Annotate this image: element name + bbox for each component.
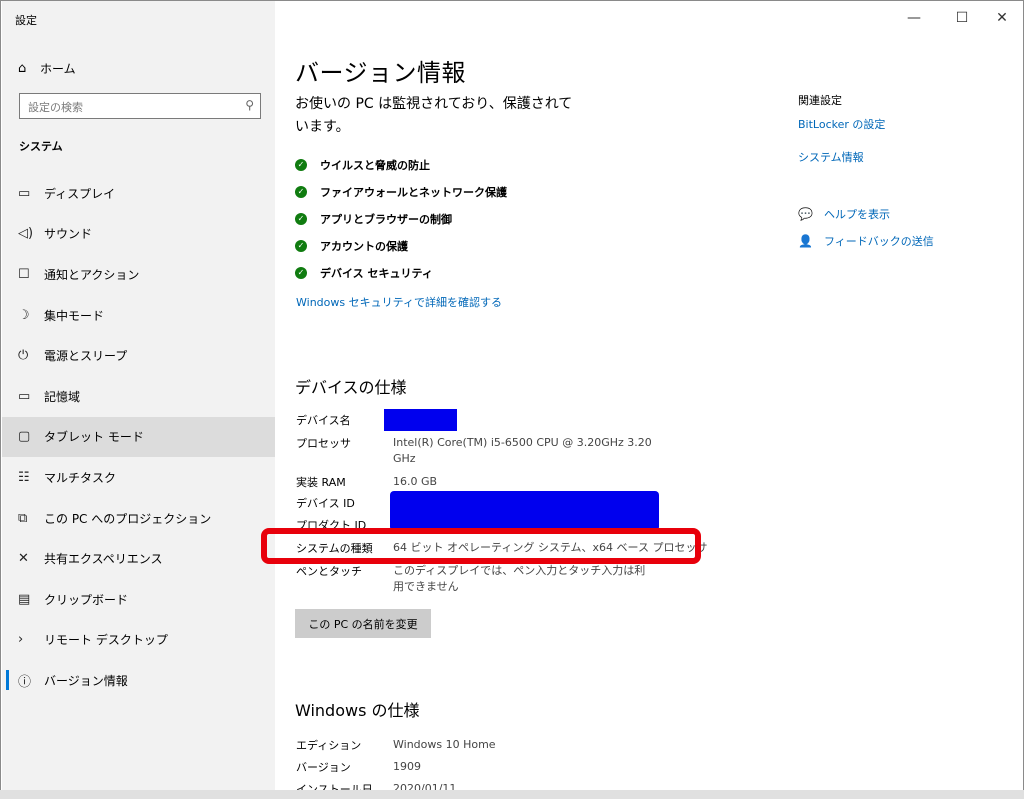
projection-icon: ⧉ <box>18 510 28 526</box>
check-icon: ✓ <box>295 212 307 225</box>
sidebar: ⌂ ホーム ⚲ システム ▭ ディスプレイ ◁) サウンド ☐ 通知とアクション… <box>2 1 275 798</box>
processor-label: プロセッサ <box>296 437 351 450</box>
home-icon: ⌂ <box>18 60 27 76</box>
check-label: アカウントの保護 <box>320 239 408 253</box>
security-checklist: ✓ ウイルスと脅威の防止 ✓ ファイアウォールとネットワーク保護 ✓ アプリとブ… <box>295 151 507 286</box>
sidebar-item-label: 記憶域 <box>44 389 81 404</box>
redaction-box <box>390 491 659 531</box>
settings-window: ⌂ ホーム ⚲ システム ▭ ディスプレイ ◁) サウンド ☐ 通知とアクション… <box>0 0 1024 799</box>
home-label: ホーム <box>40 61 76 76</box>
check-label: ファイアウォールとネットワーク保護 <box>320 185 507 199</box>
display-icon: ▭ <box>18 185 31 201</box>
device-spec-heading: デバイスの仕様 <box>295 378 407 397</box>
clipboard-icon: ▤ <box>18 591 31 607</box>
check-label: デバイス セキュリティ <box>320 266 433 280</box>
check-item: ✓ アプリとブラウザーの制御 <box>295 205 507 232</box>
section-heading: システム <box>19 140 63 153</box>
check-item: ✓ ウイルスと脅威の防止 <box>295 151 507 178</box>
sidebar-item-label: バージョン情報 <box>44 673 128 688</box>
sidebar-home[interactable]: ⌂ ホーム <box>18 57 76 79</box>
ram-label: 実装 RAM <box>296 476 346 489</box>
window-title: 設定 <box>15 14 37 27</box>
feedback-icon: 👤 <box>798 234 813 248</box>
check-icon: ✓ <box>295 266 307 279</box>
background-strip <box>0 790 1024 799</box>
sidebar-item-display[interactable]: ▭ ディスプレイ <box>2 173 275 214</box>
help-link[interactable]: ヘルプを表示 <box>824 206 890 222</box>
sidebar-item-remote[interactable]: › リモート デスクトップ <box>2 620 275 661</box>
notification-icon: ☐ <box>18 266 30 282</box>
multitask-icon: ☷ <box>18 469 30 485</box>
rename-pc-button[interactable]: この PC の名前を変更 <box>295 609 431 638</box>
related-settings-heading: 関連設定 <box>798 94 842 107</box>
edition-label: エディション <box>296 739 362 752</box>
page-title: バージョン情報 <box>295 59 467 87</box>
system-info-link[interactable]: システム情報 <box>798 149 864 165</box>
sidebar-item-storage[interactable]: ▭ 記憶域 <box>2 376 275 417</box>
redaction-box <box>384 409 457 431</box>
sidebar-item-label: マルチタスク <box>44 470 117 485</box>
sidebar-item-about[interactable]: ⓘ バージョン情報 <box>2 660 275 701</box>
sidebar-item-label: 集中モード <box>44 308 105 323</box>
version-value: 1909 <box>393 760 421 773</box>
sidebar-item-projection[interactable]: ⧉ この PC へのプロジェクション <box>2 498 275 539</box>
check-item: ✓ アカウントの保護 <box>295 232 507 259</box>
storage-icon: ▭ <box>18 388 31 404</box>
pen-touch-label: ペンとタッチ <box>296 565 362 578</box>
version-label: バージョン <box>296 761 351 774</box>
sidebar-item-label: サウンド <box>44 227 93 242</box>
sidebar-nav: ▭ ディスプレイ ◁) サウンド ☐ 通知とアクション ☽ 集中モード ⏻ 電源… <box>2 173 275 701</box>
tablet-icon: ▢ <box>18 429 31 445</box>
check-item: ✓ ファイアウォールとネットワーク保護 <box>295 178 507 205</box>
sidebar-item-shared[interactable]: ✕ 共有エクスペリエンス <box>2 538 275 579</box>
search-box[interactable]: ⚲ <box>19 93 261 119</box>
windows-spec-heading: Windows の仕様 <box>295 701 420 720</box>
check-item: ✓ デバイス セキュリティ <box>295 259 507 286</box>
annotation-highlight <box>261 528 701 564</box>
device-name-label: デバイス名 <box>296 414 351 427</box>
pen-touch-value: このディスプレイでは、ペン入力とタッチ入力は利用できません <box>393 564 646 593</box>
sidebar-item-notifications[interactable]: ☐ 通知とアクション <box>2 254 275 295</box>
main-content: バージョン情報 お使いの PC は監視されており、保護されています。 ✓ ウイル… <box>261 1 1015 798</box>
edition-value: Windows 10 Home <box>393 738 496 751</box>
sidebar-item-sound[interactable]: ◁) サウンド <box>2 214 275 255</box>
protection-status-text: お使いの PC は監視されており、保護されています。 <box>295 96 573 135</box>
moon-icon: ☽ <box>18 307 30 323</box>
sidebar-item-label: 共有エクスペリエンス <box>44 552 163 567</box>
check-label: アプリとブラウザーの制御 <box>320 212 452 226</box>
processor-value: Intel(R) Core(TM) i5-6500 CPU @ 3.20GHz … <box>393 436 652 465</box>
feedback-row[interactable]: 👤 フィードバックの送信 <box>798 233 934 249</box>
sidebar-item-label: ディスプレイ <box>44 186 116 201</box>
sidebar-item-label: タブレット モード <box>44 430 144 445</box>
sidebar-item-label: クリップボード <box>44 592 129 607</box>
shared-icon: ✕ <box>18 551 29 567</box>
remote-icon: › <box>18 632 24 648</box>
sidebar-item-clipboard[interactable]: ▤ クリップボード <box>2 579 275 620</box>
bitlocker-link[interactable]: BitLocker の設定 <box>798 116 885 132</box>
help-chat-icon: 💬 <box>798 207 813 221</box>
sidebar-item-label: この PC へのプロジェクション <box>44 511 212 526</box>
info-icon: ⓘ <box>18 674 32 690</box>
sidebar-item-label: リモート デスクトップ <box>44 633 168 648</box>
search-input[interactable] <box>26 97 230 117</box>
search-icon[interactable]: ⚲ <box>245 98 254 112</box>
check-icon: ✓ <box>295 185 307 198</box>
check-icon: ✓ <box>295 239 307 252</box>
sidebar-item-label: 電源とスリープ <box>44 349 128 364</box>
sidebar-item-focus[interactable]: ☽ 集中モード <box>2 295 275 336</box>
speaker-icon: ◁) <box>18 226 34 242</box>
security-details-link[interactable]: Windows セキュリティで詳細を確認する <box>296 294 502 310</box>
power-icon: ⏻ <box>18 348 29 364</box>
sidebar-item-power[interactable]: ⏻ 電源とスリープ <box>2 335 275 376</box>
device-id-label: デバイス ID <box>296 497 355 510</box>
feedback-link[interactable]: フィードバックの送信 <box>824 233 934 249</box>
check-label: ウイルスと脅威の防止 <box>320 158 430 172</box>
ram-value: 16.0 GB <box>393 475 438 488</box>
check-icon: ✓ <box>295 158 307 171</box>
sidebar-item-label: 通知とアクション <box>44 267 140 282</box>
help-row[interactable]: 💬 ヘルプを表示 <box>798 206 890 222</box>
sidebar-item-tablet[interactable]: ▢ タブレット モード <box>2 416 275 458</box>
sidebar-item-multitask[interactable]: ☷ マルチタスク <box>2 457 275 498</box>
